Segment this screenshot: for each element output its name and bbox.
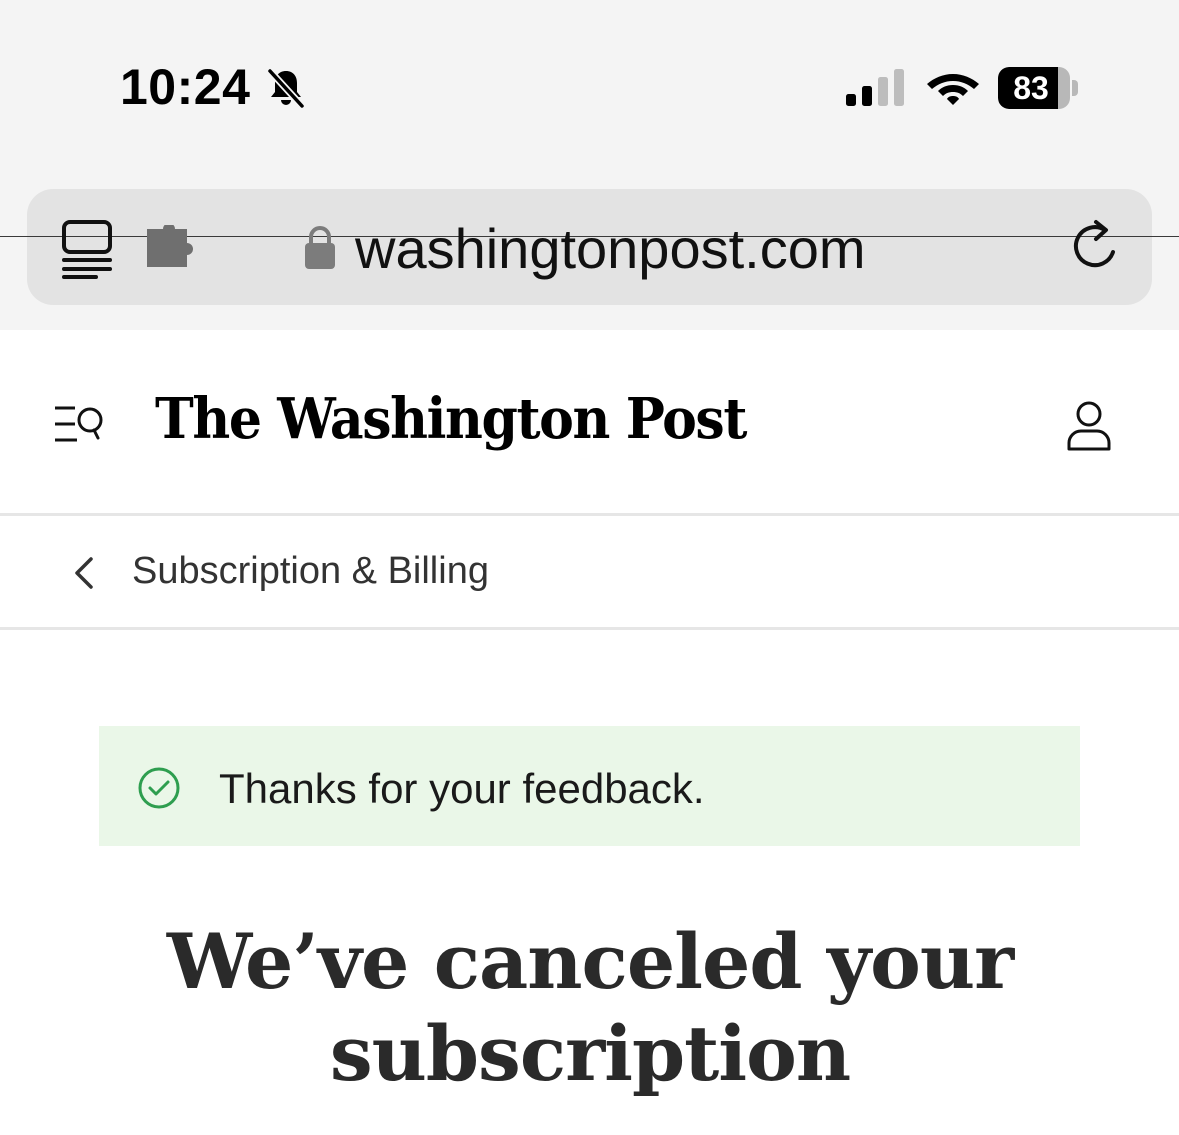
url-text[interactable]: washingtonpost.com [355,216,866,281]
headline-line-1: We’ve canceled your [166,917,1014,1006]
battery-percent: 83 [1013,70,1049,106]
site-logo[interactable]: The Washington Post [155,386,747,452]
check-circle-icon [138,767,180,809]
alert-message: Thanks for your feedback. [219,765,705,812]
wifi-icon [927,74,979,105]
lock-icon [305,226,335,269]
reload-icon[interactable] [1066,218,1124,278]
cellular-signal-icon [846,69,904,106]
status-bar: 10:24 83 [0,0,1179,180]
headline-line-2: subscription [329,1009,851,1098]
menu-search-icon[interactable] [53,402,105,446]
extension-icon[interactable] [143,225,199,271]
status-time: 10:24 [120,59,251,115]
account-icon[interactable] [1066,400,1112,452]
bell-slash-icon [267,68,305,109]
page-headline: We’ve canceled your subscription [120,916,1060,1100]
reader-mode-icon[interactable] [60,218,116,280]
battery-icon: 83 [998,67,1078,109]
chevron-left-icon[interactable] [72,556,96,590]
breadcrumb-label[interactable]: Subscription & Billing [132,550,489,593]
battery-nub [1072,80,1078,96]
breadcrumb-divider [0,627,1179,630]
